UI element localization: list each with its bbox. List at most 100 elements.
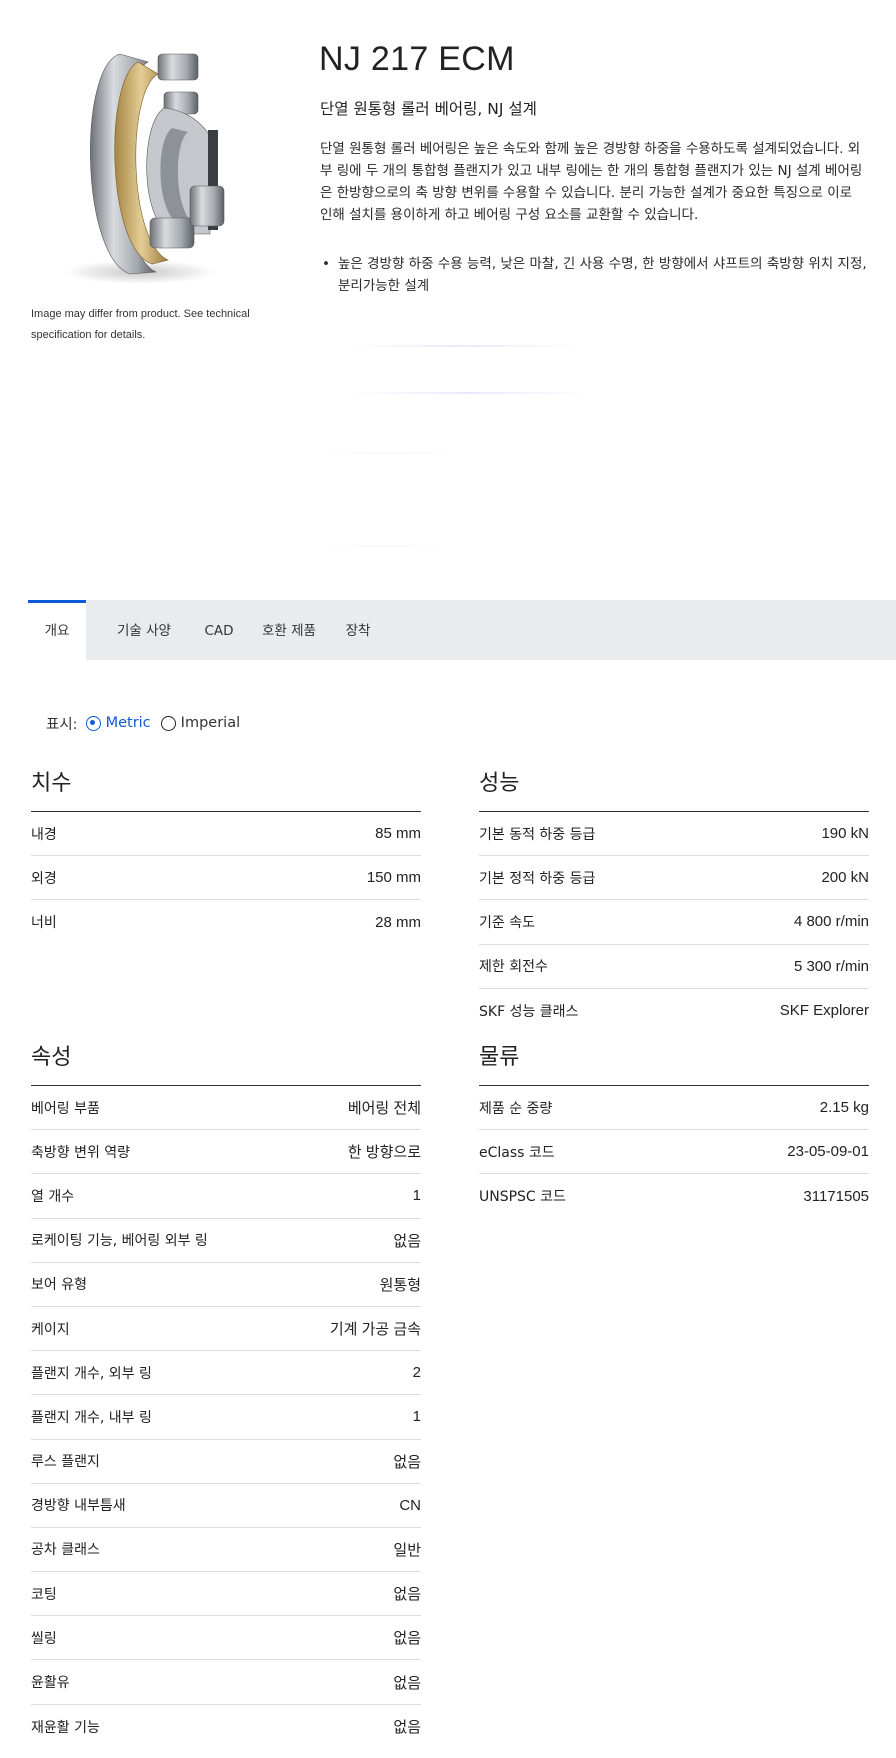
table-row: 제한 회전수 5 300 r/min [479,945,869,989]
table-row: 윤활유 없음 [31,1660,421,1705]
table-row: 케이지 기계 가공 금속 [31,1307,421,1352]
loading-placeholder [320,545,450,547]
row-label: 루스 플랜지 [31,1454,100,1471]
row-label: 씰링 [31,1630,57,1647]
row-label: 기본 정적 하중 등급 [479,870,596,887]
row-value: 1 [412,1408,421,1426]
product-hero: Image may differ from product. See techn… [0,0,896,598]
table-row: 기본 정적 하중 등급 200 kN [479,856,869,901]
table-row: 열 개수 1 [31,1174,421,1219]
radio-unchecked-icon [160,715,176,731]
row-value: 없음 [393,1674,421,1692]
table-row: 공차 클래스 일반 [31,1528,421,1573]
tab-bar: 개요 기술 사양 CAD 호환 제품 장착 [28,600,896,660]
row-label: 축방향 변위 역량 [31,1144,131,1161]
row-value: 85 mm [375,825,421,843]
table-row: 로케이팅 기능, 베어링 외부 링 없음 [31,1219,421,1263]
table-row: eClass 코드 23-05-09-01 [479,1130,869,1175]
row-label: 내경 [31,826,57,843]
row-value: CN [399,1496,421,1514]
row-label: 경방향 내부틈새 [31,1498,126,1515]
row-value: 베어링 전체 [347,1100,421,1118]
row-label: 케이지 [31,1321,70,1338]
table-row: 축방향 변위 역량 한 방향으로 [31,1130,421,1175]
row-value: 없음 [393,1232,421,1250]
table-row: 경방향 내부틈새 CN [31,1484,421,1528]
product-description: 단열 원통형 롤러 베어링은 높은 속도와 함께 높은 경방향 하중을 수용하도… [320,141,863,223]
row-value: 2 [412,1364,421,1382]
row-value: 한 방향으로 [347,1144,421,1162]
imperial-label: Imperial [180,715,241,731]
row-label: 재윤활 기능 [31,1719,100,1736]
bearing-product-image [65,53,225,284]
list-item: • 높은 경방향 하중 수용 능력, 낮은 마찰, 긴 사용 수명, 한 방향에서… [320,253,868,297]
table-row: 씰링 없음 [31,1616,421,1661]
row-label: 플랜지 개수, 내부 링 [31,1409,152,1426]
row-value: 190 kN [821,825,869,843]
row-value: 31171505 [803,1187,869,1205]
unit-toggle: 표시: Metric Imperial [46,712,250,734]
table-row: 코팅 없음 [31,1572,421,1617]
image-caption: Image may differ from product. See techn… [31,308,250,341]
imperial-radio[interactable]: Imperial [160,715,241,731]
metric-label: Metric [105,715,151,731]
feature-list: • 높은 경방향 하중 수용 능력, 낮은 마찰, 긴 사용 수명, 한 방향에서… [320,253,868,297]
row-value: 원통형 [379,1276,421,1294]
row-label: eClass 코드 [479,1144,555,1161]
row-value: 기계 가공 금속 [329,1321,421,1339]
properties-section: 속성 베어링 부품 베어링 전체 축방향 변위 역량 한 방향으로 열 개수 1 로케… [31,1040,421,1749]
table-row: 기준 속도 4 800 r/min [479,900,869,945]
row-value: 없음 [393,1453,421,1471]
tab-overview[interactable]: 개요 [28,600,86,660]
table-row: 루스 플랜지 없음 [31,1440,421,1484]
row-label: 공차 클래스 [31,1542,100,1559]
row-value: 150 mm [366,869,421,887]
row-label: 기준 속도 [479,914,535,931]
row-label: 윤활유 [31,1675,70,1692]
row-value: 없음 [393,1630,421,1648]
dimensions-section: 치수 내경 85 mm 외경 150 mm 너비 28 mm [31,766,421,945]
row-label: 기본 동적 하중 등급 [479,826,596,843]
row-value: 1 [412,1187,421,1205]
table-row: UNSPSC 코드 31171505 [479,1174,869,1218]
table-row: 보어 유형 원통형 [31,1263,421,1307]
row-value: 4 800 r/min [793,913,869,931]
row-value: 일반 [393,1541,421,1559]
row-label: 코팅 [31,1586,57,1603]
row-label: SKF 성능 클래스 [479,1003,579,1020]
metric-radio[interactable]: Metric [85,715,151,731]
radio-checked-icon [85,715,101,731]
row-value: 없음 [393,1586,421,1604]
row-value: SKF Explorer [779,1002,869,1020]
row-value: 200 kN [821,869,869,887]
table-row: 내경 85 mm [31,812,421,857]
tab-technical-specs[interactable]: 기술 사양 [104,600,184,660]
row-label: 열 개수 [31,1188,75,1205]
row-label: 플랜지 개수, 외부 링 [31,1365,152,1382]
row-value: 5 300 r/min [793,957,869,975]
row-label: 보어 유형 [31,1277,87,1294]
loading-placeholder [350,392,590,394]
table-row: 기본 동적 하중 등급 190 kN [479,812,869,857]
table-row: 재윤활 기능 없음 [31,1705,421,1749]
page-title: NJ 217 ECM [319,40,515,78]
loading-placeholder [350,345,580,347]
product-subtitle: 단열 원통형 롤러 베어링, NJ 설계 [320,100,537,118]
loading-placeholder [320,452,460,454]
tab-mounting[interactable]: 장착 [336,600,380,660]
feature-text: 높은 경방향 하중 수용 능력, 낮은 마찰, 긴 사용 수명, 한 방향에서 … [338,256,867,294]
table-row: 너비 28 mm [31,900,421,944]
table-row: 베어링 부품 베어링 전체 [31,1086,421,1131]
section-title: 물류 [479,1040,869,1086]
row-label: 로케이팅 기능, 베어링 외부 링 [31,1233,208,1250]
tab-cad[interactable]: CAD [196,600,242,660]
bullet-icon: • [322,256,330,272]
section-title: 치수 [31,766,421,812]
tab-compatible-products[interactable]: 호환 제품 [254,600,324,660]
row-label: 제한 회전수 [479,959,548,976]
unit-label: 표시: [46,716,78,733]
row-value: 23-05-09-01 [787,1143,869,1161]
table-row: 플랜지 개수, 외부 링 2 [31,1351,421,1396]
row-label: 제품 순 중량 [479,1100,553,1117]
row-label: 베어링 부품 [31,1100,100,1117]
